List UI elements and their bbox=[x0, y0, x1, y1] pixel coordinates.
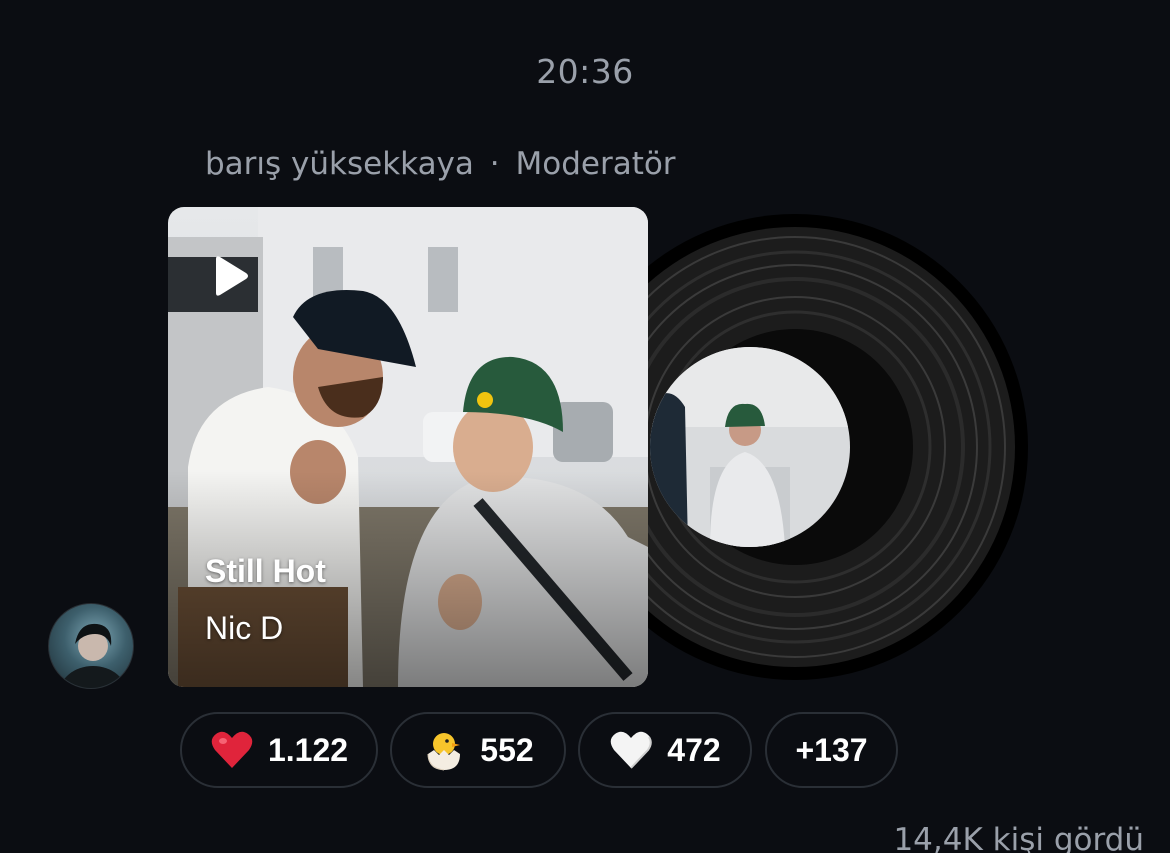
reaction-red-heart[interactable]: 1.122 bbox=[180, 712, 378, 788]
separator-dot: · bbox=[489, 146, 500, 182]
view-count: 14,4K kişi gördü bbox=[893, 822, 1144, 853]
sender-line: barış yüksekkaya · Moderatör bbox=[205, 146, 676, 182]
avatar-image bbox=[59, 623, 127, 688]
sender-role: Moderatör bbox=[515, 146, 676, 182]
sender-name[interactable]: barış yüksekkaya bbox=[205, 146, 474, 182]
red-heart-icon bbox=[211, 731, 253, 768]
reaction-count: 472 bbox=[667, 731, 721, 768]
song-title: Still Hot bbox=[205, 553, 326, 589]
reaction-more-count: +137 bbox=[795, 731, 868, 768]
song-artist: Nic D bbox=[205, 610, 284, 646]
reaction-count: 552 bbox=[480, 731, 534, 768]
white-heart-icon bbox=[611, 731, 653, 769]
reaction-white-heart[interactable]: 472 bbox=[578, 712, 752, 788]
reaction-count: 1.122 bbox=[267, 731, 349, 768]
hatching-chick-icon bbox=[427, 733, 461, 771]
message-timestamp: 20:36 bbox=[536, 52, 634, 91]
chat-screen: 20:36 barış yüksekkaya · Moderatör Still… bbox=[0, 0, 1170, 853]
music-card[interactable]: Still Hot Nic D bbox=[168, 207, 648, 687]
reaction-hatching-chick[interactable]: 552 bbox=[390, 712, 566, 788]
play-icon[interactable] bbox=[208, 255, 250, 297]
sender-avatar[interactable] bbox=[48, 603, 134, 689]
reaction-more[interactable]: +137 bbox=[765, 712, 898, 788]
